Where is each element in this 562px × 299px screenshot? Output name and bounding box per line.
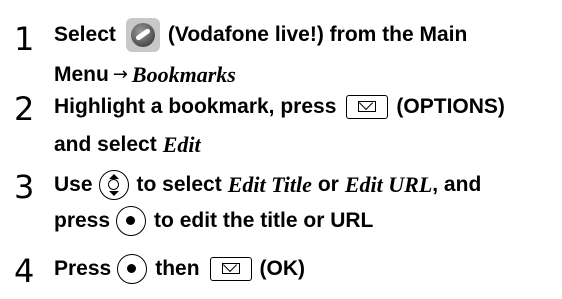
right-arrow-icon: →: [112, 64, 128, 85]
step-text: (OPTIONS): [396, 95, 505, 118]
step-number: 2: [14, 90, 35, 128]
step-number: 3: [14, 168, 35, 206]
step-text: (Vodafone live!) from the Main: [167, 23, 468, 46]
menu-item-bookmarks: Bookmarks: [131, 62, 236, 87]
step-text: or: [317, 173, 339, 196]
instruction-page: 1 Select (Vodafone live!) from the Main …: [0, 0, 562, 299]
mail-key-icon: [209, 257, 252, 281]
step-2-line-1: Highlight a bookmark, press (OPTIONS): [54, 92, 505, 122]
step-text: (OK): [259, 257, 306, 280]
step-text: Use: [54, 173, 93, 196]
menu-item-edit: Edit: [162, 132, 201, 157]
navigation-key-icon: [98, 170, 129, 200]
step-text: Select: [54, 23, 116, 46]
step-3-line-2: press to edit the title or URL: [54, 206, 373, 236]
step-2-line-2: and select Edit: [54, 130, 201, 160]
step-1-line-1: Select (Vodafone live!) from the Main: [54, 18, 467, 52]
step-number: 4: [14, 252, 35, 290]
option-edit-title: Edit Title: [227, 172, 312, 197]
step-text: then: [155, 257, 200, 280]
step-4-line-1: Press then (OK): [54, 254, 305, 284]
step-text: to select: [136, 173, 222, 196]
vodafone-live-icon: [125, 18, 160, 52]
step-text: and select: [54, 133, 157, 156]
center-key-icon: [117, 254, 148, 284]
step-text: Menu: [54, 63, 109, 86]
mail-key-icon: [346, 95, 389, 119]
step-text: Highlight a bookmark, press: [54, 95, 337, 118]
step-1-line-2: Menu → Bookmarks: [54, 60, 236, 90]
step-3-line-1: Use to select Edit Title or Edit URL , a…: [54, 170, 481, 200]
step-text: Press: [54, 257, 112, 280]
option-edit-url: Edit URL: [344, 172, 433, 197]
step-number: 1: [14, 20, 35, 58]
step-text: , and: [432, 173, 482, 196]
step-text: to edit the title or URL: [154, 209, 374, 232]
center-key-icon: [116, 206, 147, 236]
step-text: press: [54, 209, 111, 232]
